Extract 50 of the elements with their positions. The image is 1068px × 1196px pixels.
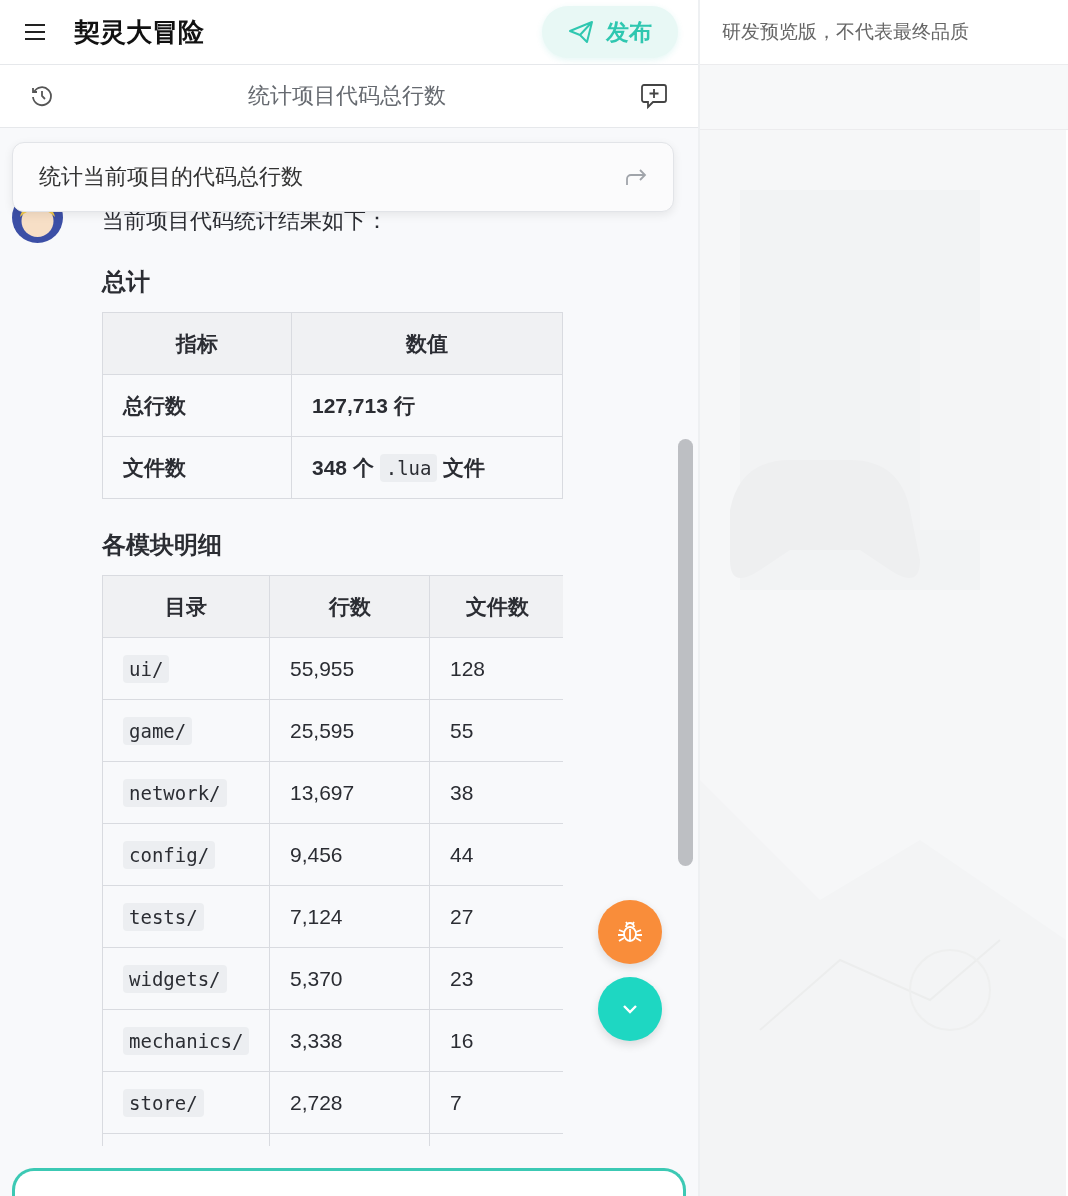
new-chat-icon[interactable] [640,82,668,110]
table-cell: 总行数 [103,375,292,437]
table-cell: 7 [430,1072,563,1134]
table-cell: widgets/ [103,948,270,1010]
table-cell: 44 [430,824,563,886]
table-cell: 2,728 [270,1072,430,1134]
column-header: 数值 [292,313,563,375]
input-field[interactable] [12,1168,686,1196]
table-cell: 13,697 [270,762,430,824]
table-cell: 127,713 行 [292,375,563,437]
section-heading: 各模块明细 [102,530,223,560]
table-cell: 文件数 [103,437,292,499]
prompt-text: 统计当前项目的代码总行数 [39,163,303,191]
table-cell: config/ [103,824,270,886]
chevron-down-icon [622,1004,638,1014]
bug-report-button[interactable] [598,900,662,964]
table-cell: 55 [430,700,563,762]
table-cell: 5,370 [270,948,430,1010]
table-cell: 25,595 [270,700,430,762]
menu-icon[interactable] [24,23,46,41]
table-cell: network/ [103,762,270,824]
table-cell: 7,124 [270,886,430,948]
table-cell: 3,338 [270,1010,430,1072]
table-cell: store/ [103,1072,270,1134]
history-icon[interactable] [30,84,54,108]
table-cell: mechanics/ [103,1010,270,1072]
table-cell: game/ [103,700,270,762]
column-header: 行数 [270,576,430,638]
table-cell: tests/ [103,886,270,948]
column-header: 文件数 [430,576,563,638]
conversation-title: 统计项目代码总行数 [248,82,446,110]
scroll-down-button[interactable] [598,977,662,1041]
table-cell: 27 [430,886,563,948]
section-heading: 总计 [102,267,151,297]
send-icon [568,20,594,44]
table-cell: 9,456 [270,824,430,886]
table-cell: 38 [430,762,563,824]
column-header: 指标 [103,313,292,375]
table-cell: 55,955 [270,638,430,700]
table-cell: ui/ [103,638,270,700]
bug-icon [617,919,643,945]
app-title: 契灵大冒险 [74,15,205,49]
table-cell: 128 [430,638,563,700]
table-cell: 23 [430,948,563,1010]
prompt-card[interactable]: 统计当前项目的代码总行数 [12,142,674,212]
column-header: 目录 [103,576,270,638]
table-cell: 348 个 .lua 文件 [292,437,563,499]
scrollbar[interactable] [678,439,693,866]
forward-icon[interactable] [625,168,647,186]
table-cell: 16 [430,1010,563,1072]
